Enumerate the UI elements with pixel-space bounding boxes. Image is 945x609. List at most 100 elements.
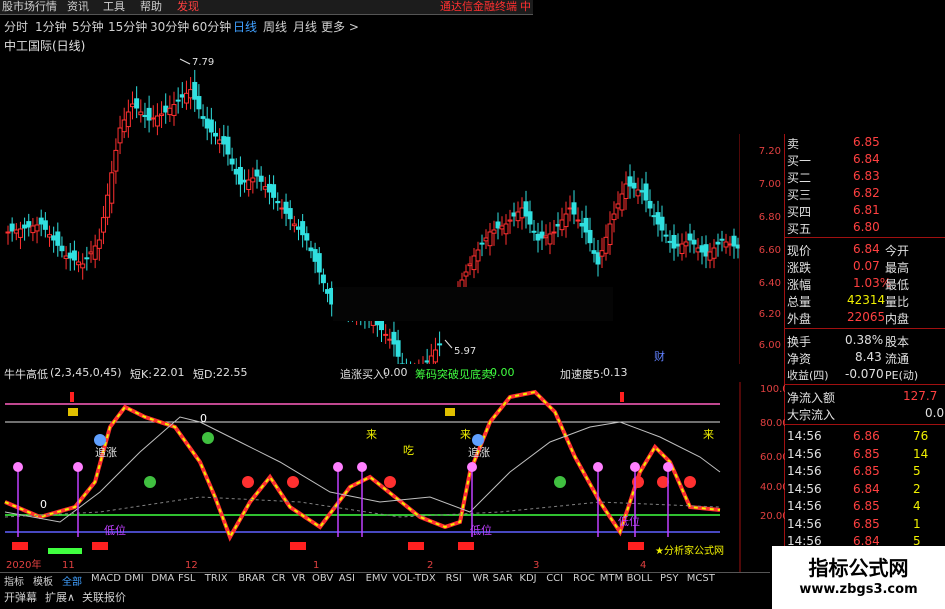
zero-top-label: 0 [200,412,207,425]
tab-trix[interactable]: TRIX [205,573,228,584]
top-tick [70,392,74,402]
tab-模板[interactable]: 模板 [33,573,53,588]
tab-cr[interactable]: CR [272,573,286,584]
indicator-chart[interactable]: 追涨追涨来来来吃低位低位低位00 100.00 80.00 60.00 40.0… [0,382,785,572]
candle-body [55,231,61,246]
candle-body [17,228,23,238]
period-1min[interactable]: 1分钟 [35,18,67,35]
quote-panel: 卖 6.85 买一 6.84 买二 6.83 买三 6.82 买四 6.81 买五 6.8… [784,134,945,582]
stat-value: 0.07 [853,259,880,273]
chip-value: 0.00 [490,366,515,379]
candle-body [527,211,533,225]
candle-body [142,114,148,117]
stat-row: 涨幅 1.03% 最低 [785,275,945,292]
stat2-value: 8.43 [855,350,882,364]
year-label: 2020年 [6,558,41,571]
period-weekly[interactable]: 周线 [263,18,287,35]
period-daily[interactable]: 日线 [233,18,257,35]
buy-value: 6.82 [853,186,880,200]
tab-sar[interactable]: SAR [493,573,513,584]
period-intraday[interactable]: 分时 [4,18,28,35]
menu-item-tools[interactable]: 工具 [103,0,125,14]
tab-roc[interactable]: ROC [573,573,595,584]
stat-row: 总量 42314 量比 [785,292,945,309]
candle-body [683,241,689,247]
period-30min[interactable]: 30分钟 [150,18,189,35]
tab-rsi[interactable]: RSI [446,573,462,584]
tab-kdj[interactable]: KDJ [519,573,536,584]
candle-body [731,235,737,247]
chase-label: 追涨 [95,445,117,459]
tab-全部[interactable]: 全部 [62,573,82,588]
candle-body [200,116,206,119]
tab-wr[interactable]: WR [472,573,489,584]
tab-asi[interactable]: ASI [339,573,355,584]
stat-label: 现价 [787,244,812,258]
period-60min[interactable]: 60分钟 [192,18,231,35]
period-5min[interactable]: 5分钟 [72,18,104,35]
tab-fsl[interactable]: FSL [178,573,196,584]
signal-dot [242,476,254,488]
indicator-name[interactable]: 牛牛高低 [4,366,48,382]
k-label: 短K: [130,368,152,381]
candle-body [183,92,189,104]
stat2-value: -0.070 [845,367,884,381]
menu-item-help[interactable]: 帮助 [140,0,162,14]
month-label: 2 [427,560,433,571]
stat-label: 总量 [787,295,812,309]
candle-body [659,216,665,231]
candle-body [316,253,322,273]
tab-mcst[interactable]: MCST [687,573,715,584]
low-signal-box [458,542,474,550]
tab-cci[interactable]: CCI [546,573,563,584]
tab-boll[interactable]: BOLL [627,573,653,584]
period-monthly[interactable]: 月线 [293,18,317,35]
candle-body [432,349,438,363]
menu-item-discover[interactable]: 发现 [177,0,199,14]
period-more[interactable]: 更多 > [321,18,359,35]
tab-obv[interactable]: OBV [312,573,333,584]
related-quote-button[interactable]: 关联报价 [82,589,126,605]
candle-body [387,338,393,341]
tab-指标[interactable]: 指标 [4,573,24,588]
candle-body [563,213,569,228]
indicator-tab-bar: 指标 模板 全部 MACD DMI DMA FSL TRIX BRAR CR VR OBV ASI EMV… [0,572,770,588]
tick-time: 14:56 [787,464,822,478]
menu-item-market[interactable]: 股市场行情 [2,0,57,14]
candle-body [707,251,713,261]
tab-psy[interactable]: PSY [660,573,679,584]
divider [785,384,945,385]
price-tick: 6.60 [758,245,781,256]
candle-body [275,200,281,204]
tab-emv[interactable]: EMV [366,573,388,584]
tab-brar[interactable]: BRAR [238,573,265,584]
watermark-url: www.zbgs3.com [799,582,918,597]
danmaku-toggle[interactable]: 开弹幕 [4,589,37,605]
stat2-row: 净资 8.43 流通 [785,349,945,366]
menu-item-news[interactable]: 资讯 [67,0,89,14]
watermark: 指标公式网 www.zbgs3.com [772,546,945,609]
tab-dma[interactable]: DMA [151,573,174,584]
candle-body [531,230,537,233]
stat2-label: 收益(四) [787,369,829,382]
stat-label2: 量比 [885,295,910,309]
tab-dmi[interactable]: DMI [124,573,143,584]
tab-vr[interactable]: VR [292,573,306,584]
candle-body [213,132,218,137]
tab-macd[interactable]: MACD [91,573,121,584]
ind-axis-tick: 100.00 [760,384,785,395]
quote-buy-row: 买三 6.82 [785,185,945,202]
stat-value: 22065 [847,310,886,324]
low-pointer-line [444,339,453,349]
candle-body [703,244,709,257]
candle-body [163,105,169,113]
high-price-label: 7.79 [192,57,214,68]
period-15min[interactable]: 15分钟 [108,18,147,35]
month-label: 11 [62,560,75,571]
top-signal-box [68,408,78,416]
candle-body [100,217,106,233]
divider [785,237,945,238]
tab-vol-tdx[interactable]: VOL-TDX [392,573,435,584]
tab-mtm[interactable]: MTM [600,573,623,584]
expand-button[interactable]: 扩展∧ [45,589,75,605]
